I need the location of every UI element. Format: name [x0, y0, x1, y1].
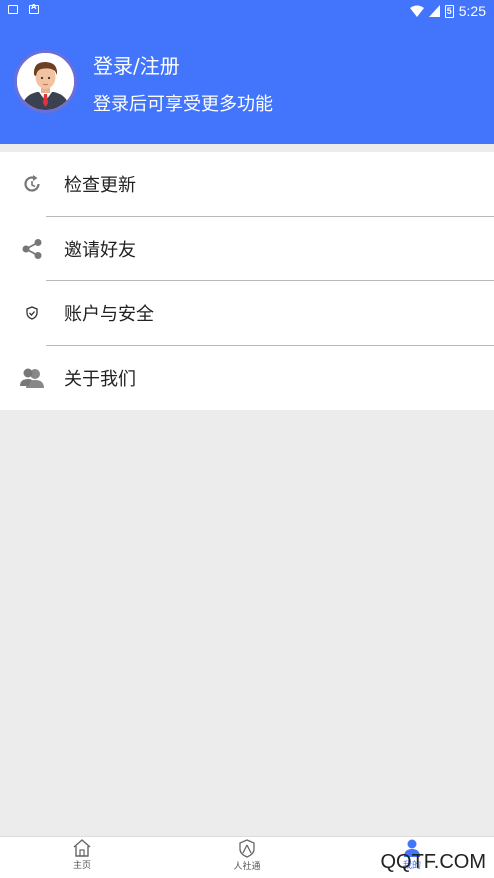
share-icon	[20, 237, 44, 261]
shield-icon	[20, 301, 44, 325]
menu-item-label: 关于我们	[64, 368, 136, 390]
home-icon	[73, 839, 91, 857]
settings-menu: 检查更新 邀请好友 账户与安全 关于我们	[0, 152, 494, 410]
users-icon	[20, 366, 44, 390]
tab-label: 人社通	[233, 862, 261, 872]
refresh-icon	[20, 172, 44, 196]
menu-item-label: 检查更新	[64, 175, 136, 197]
app-notification-icon	[29, 3, 39, 14]
menu-item-label: 邀请好友	[64, 239, 136, 261]
login-register-title[interactable]: 登录/注册	[93, 50, 180, 79]
tab-home[interactable]: 主页	[42, 839, 122, 871]
wifi-icon	[409, 5, 424, 17]
notification-icon	[8, 5, 18, 14]
profile-header[interactable]: 5 5:25 登录/注册 登录后可享受更多功能	[0, 0, 494, 144]
menu-item-about-us[interactable]: 关于我们	[0, 346, 494, 411]
status-time: 5:25	[458, 3, 486, 19]
watermark: QQTF.COM	[380, 851, 486, 873]
signal-icon	[428, 5, 440, 17]
menu-item-account-security[interactable]: 账户与安全	[0, 281, 494, 346]
battery-icon: 5	[444, 4, 454, 18]
avatar[interactable]	[14, 50, 77, 113]
tab-label: 主页	[72, 861, 91, 871]
status-bar: 5 5:25	[0, 0, 494, 22]
tab-renshetong[interactable]: 人社通	[207, 839, 287, 872]
person-shield-icon	[239, 839, 255, 858]
bottom-tab-bar: 主页 人社通 我的 QQTF.COM	[0, 836, 494, 878]
menu-item-invite-friends[interactable]: 邀请好友	[0, 217, 494, 281]
login-hint-subtitle: 登录后可享受更多功能	[93, 94, 273, 115]
menu-item-check-update[interactable]: 检查更新	[0, 152, 494, 217]
menu-item-label: 账户与安全	[64, 304, 154, 326]
